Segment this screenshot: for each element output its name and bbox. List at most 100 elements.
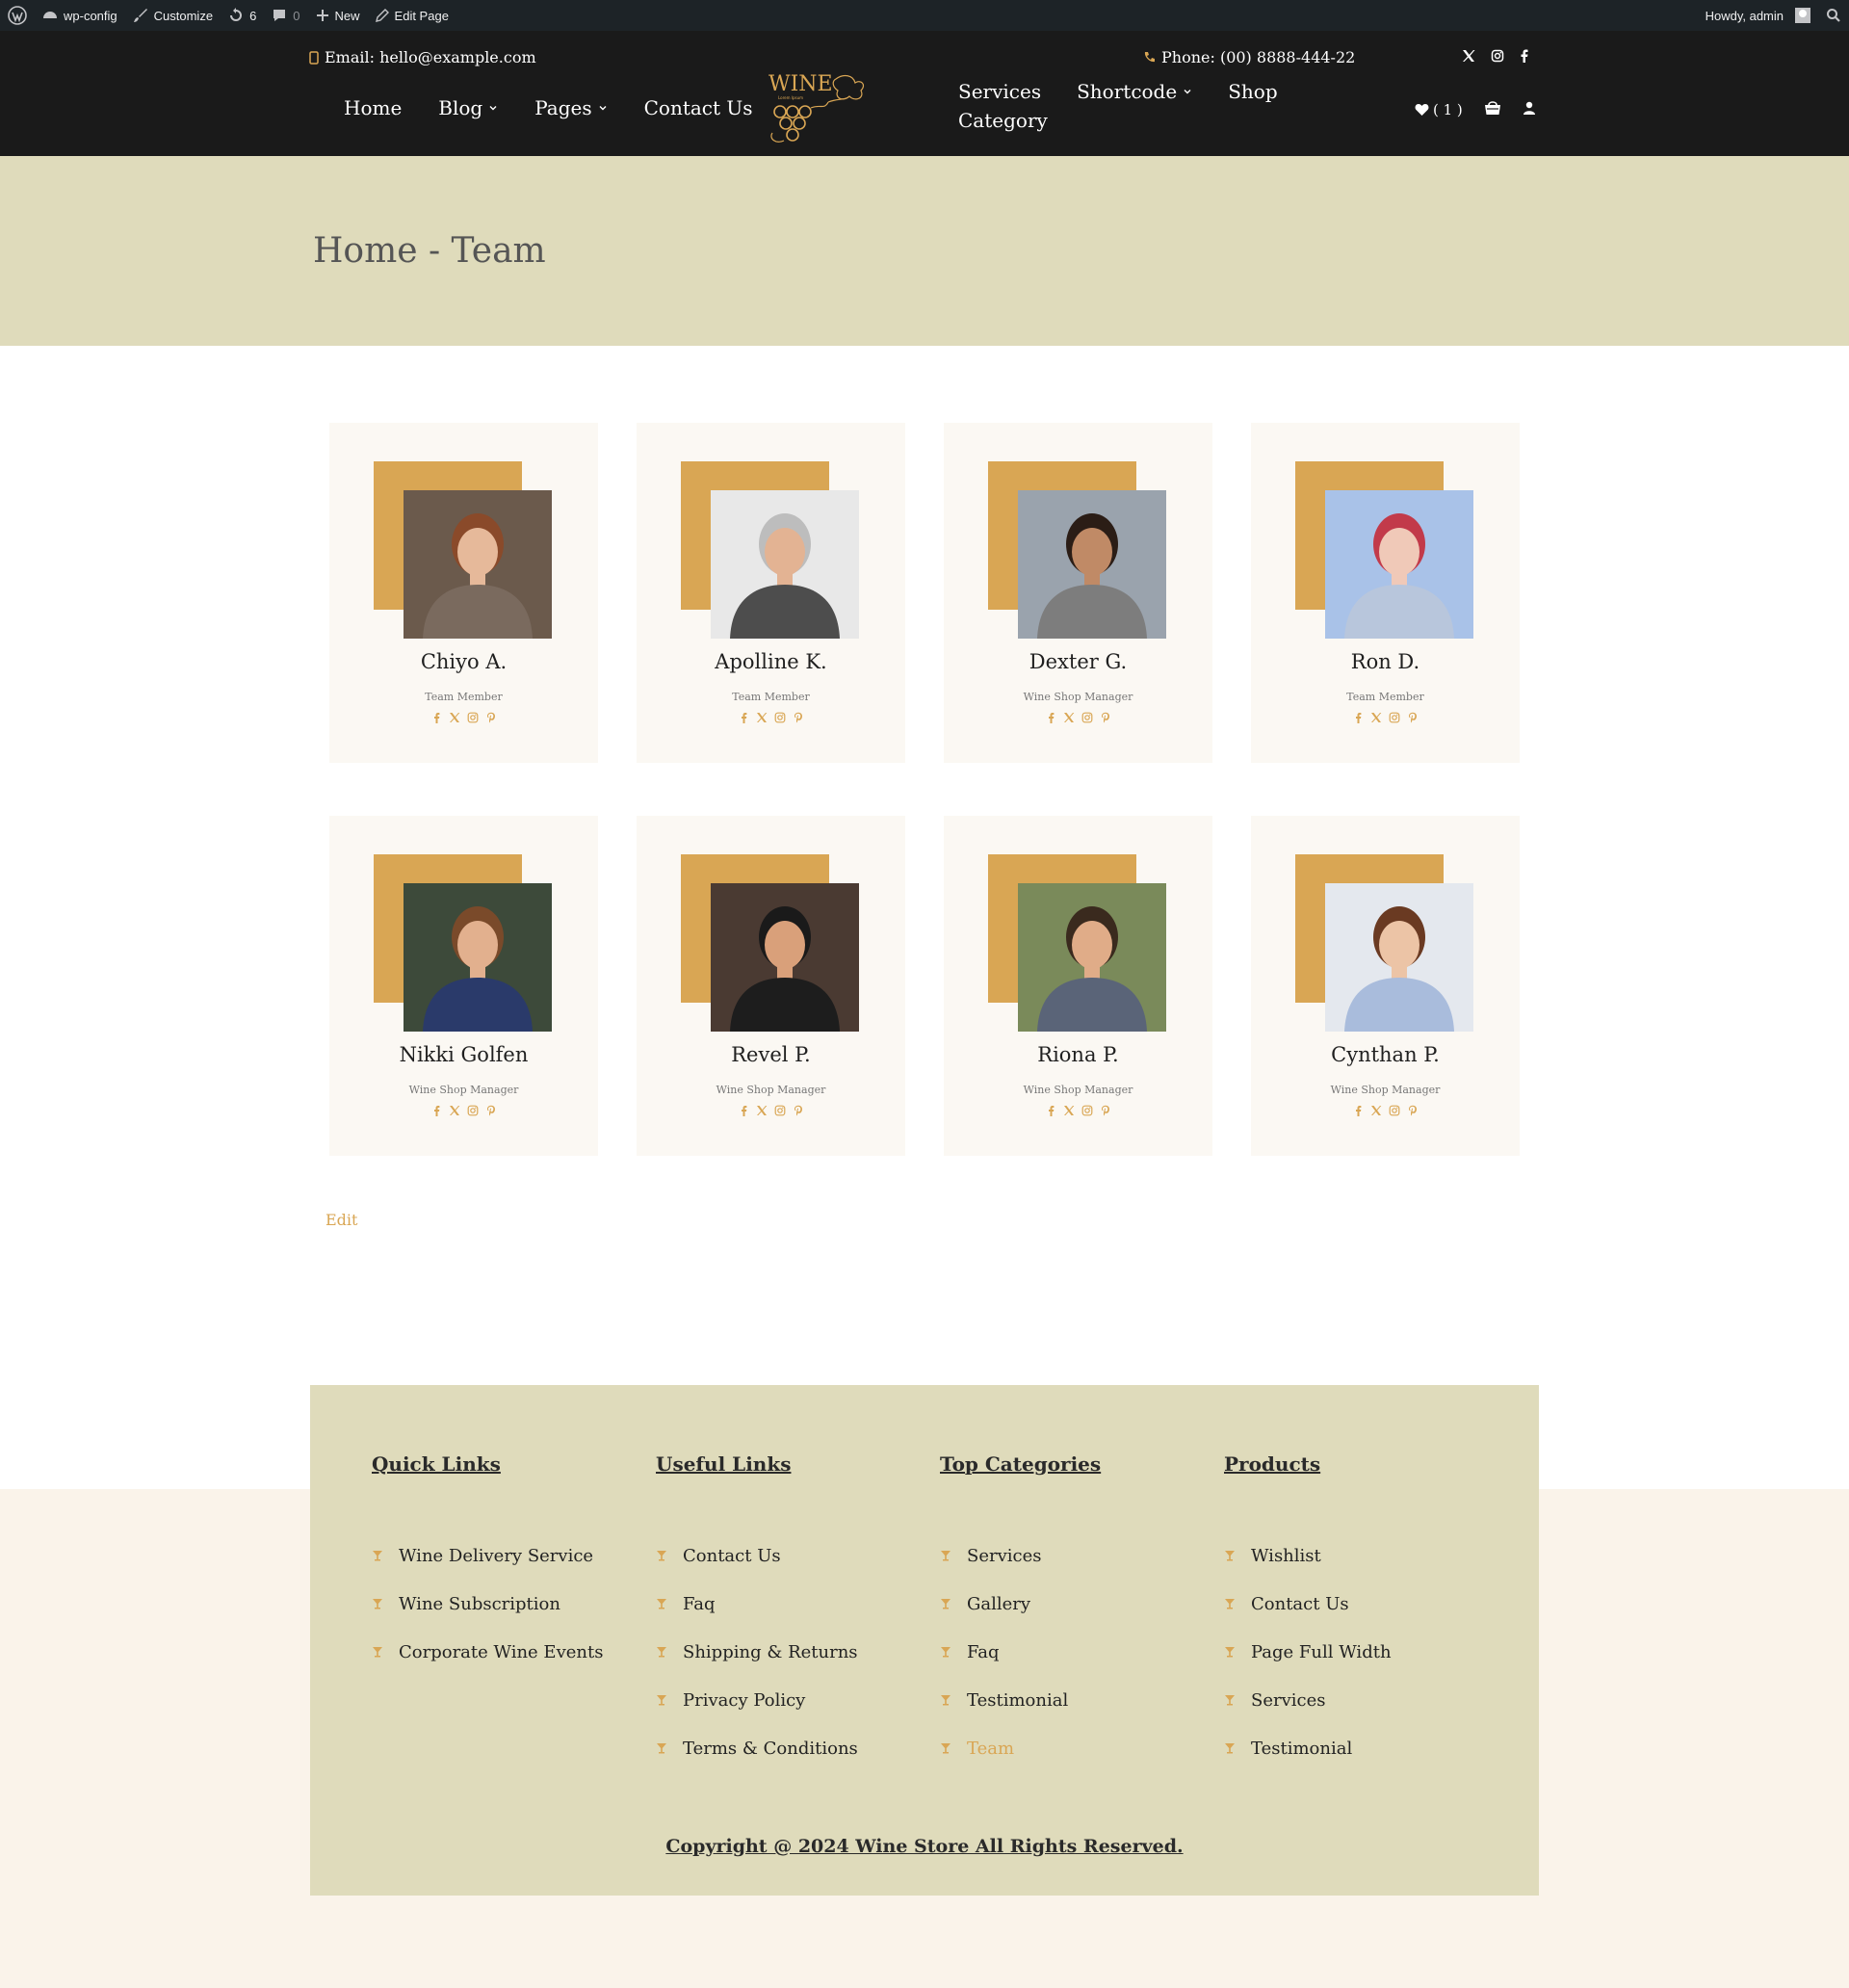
instagram-icon[interactable] <box>1389 1105 1400 1116</box>
pinterest-icon[interactable] <box>1407 1105 1419 1116</box>
instagram-icon[interactable] <box>1081 1105 1093 1116</box>
updates-link[interactable]: 6 <box>221 0 264 31</box>
nav-item-services[interactable]: Services <box>958 80 1041 103</box>
customize-link[interactable]: Customize <box>125 0 221 31</box>
team-member-name[interactable]: Nikki Golfen <box>329 1043 598 1066</box>
footer-link-wine-delivery-service[interactable]: Wine Delivery Service <box>372 1531 641 1580</box>
footer-link-services[interactable]: Services <box>940 1531 1210 1580</box>
x-icon[interactable] <box>1063 1105 1075 1116</box>
pinterest-icon[interactable] <box>485 712 497 723</box>
x-icon[interactable] <box>1462 48 1475 66</box>
x-icon[interactable] <box>756 1105 768 1116</box>
footer-link-contact-us[interactable]: Contact Us <box>656 1531 925 1580</box>
instagram-icon[interactable] <box>467 712 479 723</box>
footer-link-gallery[interactable]: Gallery <box>940 1580 1210 1628</box>
instagram-icon[interactable] <box>774 712 786 723</box>
footer-column-useful-links: Useful Links Contact Us Faq Shipping & Retu… <box>656 1452 925 1772</box>
instagram-icon[interactable] <box>1389 712 1400 723</box>
account-button[interactable] <box>1523 101 1536 118</box>
x-icon[interactable] <box>449 712 460 723</box>
footer-link-corporate-wine-events[interactable]: Corporate Wine Events <box>372 1628 641 1676</box>
x-icon[interactable] <box>756 712 768 723</box>
nav-item-shortcode[interactable]: Shortcode <box>1077 80 1192 103</box>
pinterest-icon[interactable] <box>1407 712 1419 723</box>
facebook-icon[interactable] <box>1352 712 1364 723</box>
footer-link-label: Testimonial <box>967 1689 1069 1711</box>
team-member-name[interactable]: Riona P. <box>944 1043 1212 1066</box>
team-member-name[interactable]: Revel P. <box>637 1043 905 1066</box>
footer-link-privacy-policy[interactable]: Privacy Policy <box>656 1676 925 1724</box>
pinterest-icon[interactable] <box>485 1105 497 1116</box>
facebook-icon[interactable] <box>738 1105 749 1116</box>
nav-item-blog[interactable]: Blog <box>438 96 498 119</box>
nav-item-shop[interactable]: Shop <box>1228 80 1277 103</box>
team-member-role: Wine Shop Manager <box>1330 1084 1441 1096</box>
facebook-icon[interactable] <box>1520 48 1529 66</box>
footer-column-title[interactable]: Products <box>1224 1452 1494 1476</box>
admin-search-button[interactable] <box>1818 0 1849 31</box>
nav-item-pages[interactable]: Pages <box>534 96 607 119</box>
nav-item-category[interactable]: Category <box>958 109 1048 132</box>
facebook-icon[interactable] <box>1045 712 1056 723</box>
footer-column-title[interactable]: Quick Links <box>372 1452 641 1476</box>
customize-label: Customize <box>153 8 214 23</box>
comments-link[interactable]: 0 <box>264 0 307 31</box>
edit-page-link[interactable]: Edit Page <box>368 0 456 31</box>
footer-link-wishlist[interactable]: Wishlist <box>1224 1531 1494 1580</box>
wishlist-button[interactable]: ( 1 ) <box>1415 101 1463 118</box>
header-phone[interactable]: Phone: (00) 8888-444-22 <box>1143 48 1355 66</box>
footer-link-faq[interactable]: Faq <box>656 1580 925 1628</box>
cart-button[interactable] <box>1484 100 1501 119</box>
facebook-icon[interactable] <box>430 1105 442 1116</box>
footer-link-services[interactable]: Services <box>1224 1676 1494 1724</box>
footer-link-shipping-returns[interactable]: Shipping & Returns <box>656 1628 925 1676</box>
new-content-link[interactable]: New <box>308 0 368 31</box>
facebook-icon[interactable] <box>430 712 442 723</box>
brush-icon <box>133 9 147 22</box>
header-email[interactable]: Email: hello@example.com <box>309 48 536 66</box>
footer-link-page-full-width[interactable]: Page Full Width <box>1224 1628 1494 1676</box>
footer-link-terms-conditions[interactable]: Terms & Conditions <box>656 1724 925 1772</box>
site-name-link[interactable]: wp-config <box>35 0 125 31</box>
team-member-photo <box>711 490 859 639</box>
wordpress-logo[interactable] <box>0 0 35 31</box>
footer-link-wine-subscription[interactable]: Wine Subscription <box>372 1580 641 1628</box>
wine-glass-icon <box>657 1695 666 1706</box>
footer-link-faq[interactable]: Faq <box>940 1628 1210 1676</box>
x-icon[interactable] <box>1370 1105 1382 1116</box>
facebook-icon[interactable] <box>738 712 749 723</box>
nav-item-contact-us[interactable]: Contact Us <box>644 96 753 119</box>
pinterest-icon[interactable] <box>1100 1105 1111 1116</box>
instagram-icon[interactable] <box>1491 48 1504 66</box>
footer-column-title[interactable]: Top Categories <box>940 1452 1210 1476</box>
edit-link[interactable]: Edit <box>326 1211 357 1229</box>
footer-link-team[interactable]: Team <box>940 1724 1210 1772</box>
x-icon[interactable] <box>1370 712 1382 723</box>
team-member-name[interactable]: Chiyo A. <box>329 650 598 673</box>
pinterest-icon[interactable] <box>1100 712 1111 723</box>
x-icon[interactable] <box>1063 712 1075 723</box>
footer-column-title[interactable]: Useful Links <box>656 1452 925 1476</box>
pinterest-icon[interactable] <box>793 712 804 723</box>
nav-item-home[interactable]: Home <box>344 96 402 119</box>
footer-link-label: Team <box>967 1738 1015 1759</box>
team-member-name[interactable]: Cynthan P. <box>1251 1043 1520 1066</box>
instagram-icon[interactable] <box>1081 712 1093 723</box>
footer-link-testimonial[interactable]: Testimonial <box>1224 1724 1494 1772</box>
team-member-name[interactable]: Dexter G. <box>944 650 1212 673</box>
instagram-icon[interactable] <box>467 1105 479 1116</box>
my-account-link[interactable]: Howdy, admin <box>1698 0 1818 31</box>
nav-label: Category <box>958 109 1048 132</box>
footer-link-contact-us[interactable]: Contact Us <box>1224 1580 1494 1628</box>
site-header: Email: hello@example.com Phone: (00) 888… <box>0 31 1849 156</box>
team-member-name[interactable]: Apolline K. <box>637 650 905 673</box>
wine-logo[interactable]: WINE Lorem Ipsum <box>761 60 876 146</box>
copyright-text[interactable]: Copyright @ 2024 Wine Store All Rights R… <box>310 1836 1539 1857</box>
instagram-icon[interactable] <box>774 1105 786 1116</box>
pinterest-icon[interactable] <box>793 1105 804 1116</box>
footer-link-testimonial[interactable]: Testimonial <box>940 1676 1210 1724</box>
facebook-icon[interactable] <box>1045 1105 1056 1116</box>
team-member-name[interactable]: Ron D. <box>1251 650 1520 673</box>
facebook-icon[interactable] <box>1352 1105 1364 1116</box>
x-icon[interactable] <box>449 1105 460 1116</box>
